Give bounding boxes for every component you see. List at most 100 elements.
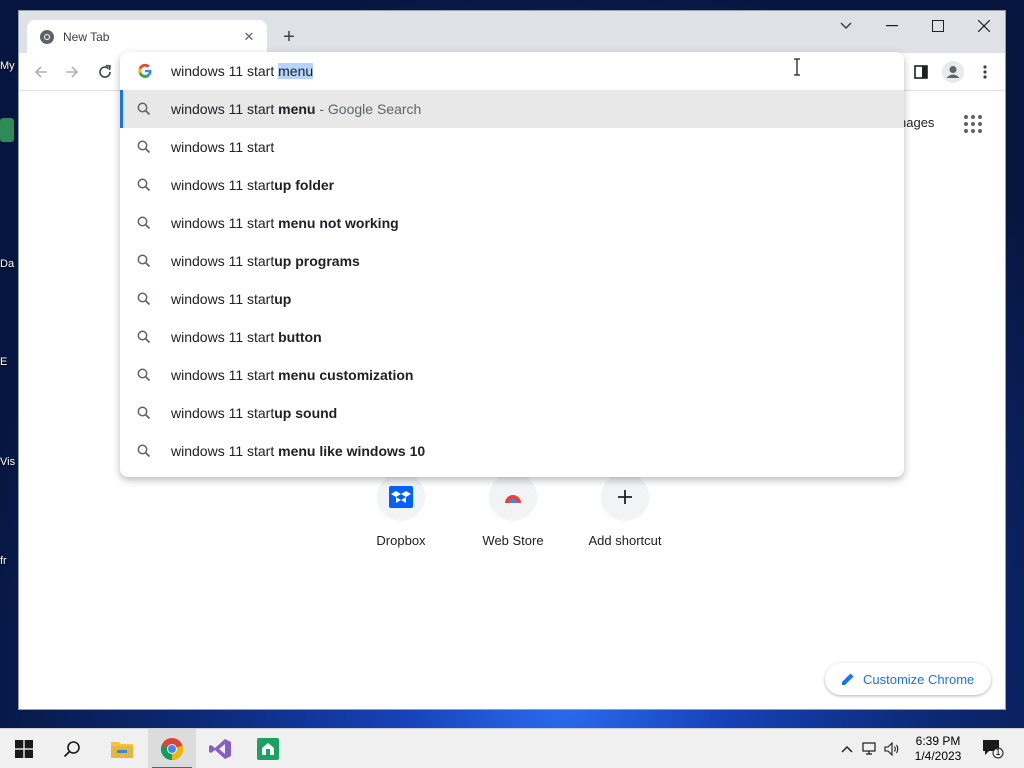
omnibox-typed-text: windows 11 start (171, 63, 279, 79)
tab-close-icon[interactable]: ✕ (241, 29, 257, 45)
side-panel-icon[interactable] (907, 58, 935, 86)
google-apps-icon[interactable] (961, 112, 985, 136)
search-icon (137, 178, 151, 192)
menu-kebab-icon[interactable] (971, 58, 999, 86)
suggestion-item[interactable]: windows 11 startup (120, 280, 904, 318)
suggestion-text: windows 11 startup (171, 291, 291, 307)
suggestion-item[interactable]: windows 11 startup folder (120, 166, 904, 204)
profile-avatar-icon[interactable] (939, 58, 967, 86)
suggestion-item[interactable]: windows 11 start (120, 128, 904, 166)
suggestion-plain-text: windows 11 start (171, 367, 279, 383)
back-icon[interactable] (27, 58, 55, 86)
suggestion-item[interactable]: windows 11 start menu like windows 10 (120, 432, 904, 470)
suggestion-bold-text: menu (278, 101, 316, 117)
tab-title: New Tab (63, 29, 110, 44)
images-link[interactable]: nages (899, 115, 934, 130)
shortcut-dropbox[interactable]: Dropbox (345, 473, 457, 548)
suggestion-item[interactable]: windows 11 start menu customization (120, 356, 904, 394)
suggestion-text: windows 11 start menu not working (171, 215, 399, 231)
suggestion-text: windows 11 startup programs (171, 253, 360, 269)
shortcut-label: Web Store (482, 533, 544, 548)
chrome-favicon-icon (40, 29, 54, 44)
chrome-icon (160, 738, 184, 761)
new-tab-button[interactable]: + (277, 25, 301, 49)
suggestion-bold-text: button (278, 329, 322, 345)
volume-icon[interactable] (884, 741, 900, 757)
suggestion-plain-text: windows 11 start (171, 405, 275, 421)
suggestion-plain-text: windows 11 start (171, 253, 275, 269)
suggestion-text: windows 11 startup folder (171, 177, 334, 193)
folder-icon (111, 742, 133, 758)
minimize-icon[interactable] (869, 11, 915, 41)
reload-icon[interactable] (91, 58, 119, 86)
suggestion-plain-text: windows 11 start (171, 101, 279, 117)
pencil-icon (842, 673, 854, 685)
shortcut-label: Add shortcut (588, 533, 662, 548)
search-icon (137, 368, 151, 382)
search-icon (63, 741, 80, 758)
suggestion-plain-text: windows 11 start (171, 443, 279, 459)
clock-date: 1/4/2023 (914, 749, 962, 763)
suggestion-plain-text: windows 11 start (171, 139, 275, 155)
taskbar-clock[interactable]: 6:39 PM 1/4/2023 (906, 734, 970, 764)
plus-icon (601, 473, 649, 521)
suggestion-item[interactable]: windows 11 startup programs (120, 242, 904, 280)
tab-search-icon[interactable] (823, 11, 869, 41)
desktop-icon-label[interactable]: fr (0, 555, 7, 567)
dropbox-icon (377, 473, 425, 521)
omnibox-text[interactable]: windows 11 start menu (171, 63, 314, 79)
suggestion-bold-text: up (274, 291, 292, 307)
shortcut-web-store[interactable]: Web Store (457, 473, 569, 548)
app-taskbar-button[interactable] (244, 729, 292, 768)
omnibox-input[interactable]: windows 11 start menu (120, 52, 904, 90)
suggestion-bold-text: up sound (274, 405, 338, 421)
start-button[interactable] (0, 729, 48, 768)
suggestion-bold-text: menu not working (278, 215, 399, 231)
search-icon (137, 254, 151, 268)
search-taskbar-button[interactable] (48, 729, 96, 768)
suggestion-plain-text: windows 11 start (171, 177, 275, 193)
suggestion-text: windows 11 start menu like windows 10 (171, 443, 425, 459)
suggestion-item[interactable]: windows 11 start button (120, 318, 904, 356)
suggestion-item[interactable]: windows 11 start menu not working (120, 204, 904, 242)
customize-chrome-label: Customize Chrome (863, 671, 975, 687)
suggestion-text: windows 11 startup sound (171, 405, 337, 421)
file-explorer-taskbar-button[interactable] (98, 729, 146, 768)
suggestion-item[interactable]: windows 11 start menu - Google Search (120, 90, 904, 128)
visual-studio-icon (209, 739, 231, 759)
forward-icon[interactable] (58, 58, 86, 86)
search-icon (137, 406, 151, 420)
clock-time: 6:39 PM (915, 734, 961, 748)
notification-center-icon[interactable]: 1 (982, 739, 1004, 759)
search-icon (137, 102, 151, 116)
desktop-icon-label[interactable]: My (0, 60, 15, 72)
suggestion-bold-text: up folder (274, 177, 335, 193)
suggestion-text: windows 11 start button (171, 329, 322, 345)
tab-new-tab[interactable]: New Tab ✕ (27, 20, 267, 53)
search-icon (137, 140, 151, 154)
suggestion-text: windows 11 start menu customization (171, 367, 413, 383)
text-cursor-icon (794, 58, 800, 76)
desktop-icon-label[interactable]: Da (0, 258, 14, 270)
suggestion-bold-text: up programs (274, 253, 360, 269)
suggestion-bold-text: menu like windows 10 (278, 443, 426, 459)
customize-chrome-button[interactable]: Customize Chrome (825, 663, 991, 695)
house-app-icon (257, 738, 279, 760)
desktop-icon-label[interactable]: Vis (0, 456, 15, 468)
desktop-icon-label[interactable]: E (0, 356, 7, 368)
chrome-taskbar-button[interactable] (148, 729, 196, 768)
network-icon[interactable] (862, 741, 878, 757)
suggestion-text: windows 11 start (171, 139, 274, 155)
windows-logo-icon (15, 740, 33, 758)
omnibox-autocomplete-selection: menu (278, 63, 314, 79)
web-store-icon (489, 473, 537, 521)
close-window-icon[interactable] (961, 11, 1007, 41)
chevron-up-icon[interactable] (839, 741, 855, 757)
shortcut-add[interactable]: Add shortcut (569, 473, 681, 548)
shortcut-label: Dropbox (376, 533, 426, 548)
suggestion-item[interactable]: windows 11 startup sound (120, 394, 904, 432)
maximize-icon[interactable] (915, 11, 961, 41)
desktop-app-icon[interactable] (0, 118, 14, 142)
visual-studio-taskbar-button[interactable] (196, 729, 244, 768)
suggestion-plain-text: windows 11 start (171, 215, 279, 231)
